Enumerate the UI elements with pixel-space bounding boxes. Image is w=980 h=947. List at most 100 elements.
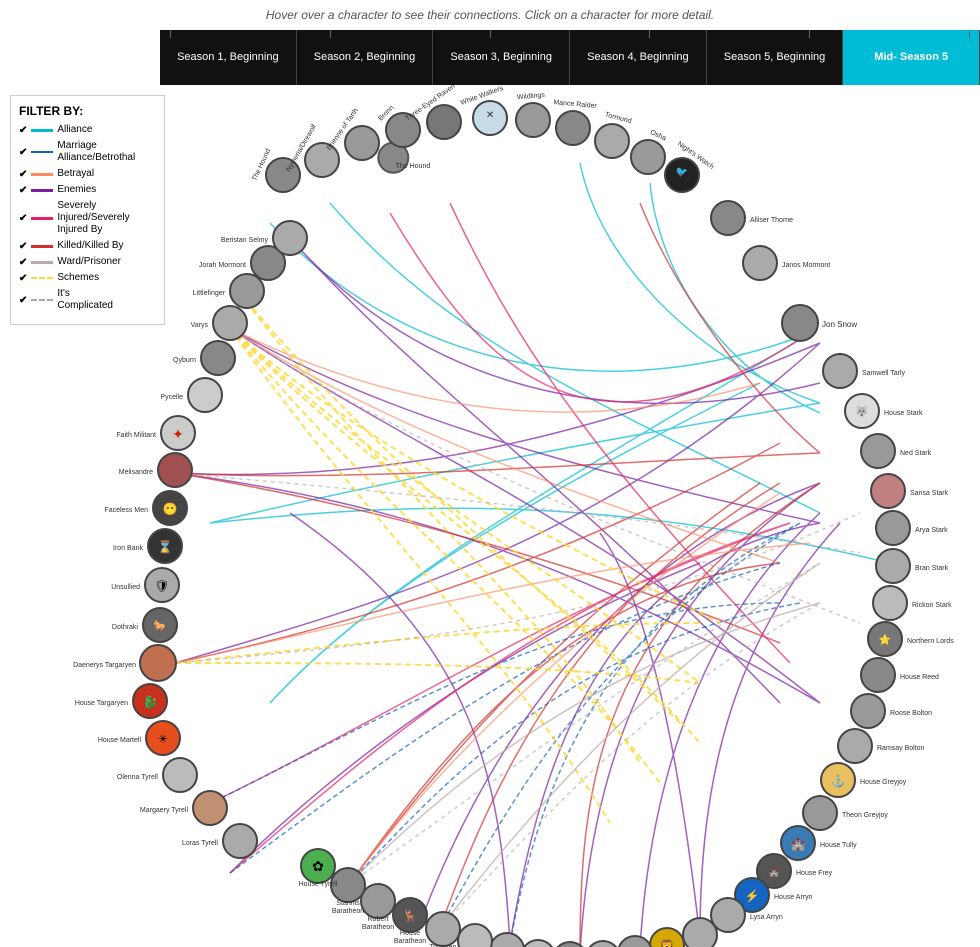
svg-text:✕: ✕ bbox=[486, 110, 494, 121]
node-sansa-stark: Sansa Stark bbox=[871, 474, 949, 508]
svg-text:Baratheon: Baratheon bbox=[394, 938, 426, 945]
svg-text:☀: ☀ bbox=[158, 732, 169, 746]
node-faith-militant: ✦ Faith Militant bbox=[116, 416, 195, 450]
node-nights-watch: 🐦 Night's Watch bbox=[665, 141, 715, 192]
svg-text:House Arryn: House Arryn bbox=[774, 894, 813, 901]
filter-enemies[interactable]: ✔ Enemies bbox=[19, 184, 156, 196]
svg-text:Varys: Varys bbox=[191, 322, 209, 329]
svg-text:Jorah Mormont: Jorah Mormont bbox=[199, 262, 246, 269]
filter-box: FILTER BY: ✔ Alliance ✔ MarriageAlliance… bbox=[10, 95, 165, 325]
node-jon-snow: Jon Snow bbox=[782, 305, 857, 341]
node-house-stark: 🐺 House Stark bbox=[845, 394, 923, 428]
node-littlefinger: Littlefinger bbox=[193, 274, 264, 308]
svg-text:House Stark: House Stark bbox=[884, 410, 923, 417]
node-ned-stark: Ned Stark bbox=[861, 434, 932, 468]
svg-text:House Martell: House Martell bbox=[98, 737, 142, 744]
node-lancel: Lancel Lannister bbox=[521, 940, 555, 947]
svg-text:Jon Snow: Jon Snow bbox=[822, 320, 857, 329]
svg-text:🦌: 🦌 bbox=[403, 909, 418, 923]
filter-schemes[interactable]: ✔ Schemes bbox=[19, 272, 156, 284]
svg-text:Robert: Robert bbox=[367, 916, 388, 923]
node-janos-mormont: Janos Mormont bbox=[743, 246, 830, 280]
filter-severely-injured[interactable]: ✔ SeverelyInjured/SeverelyInjured By bbox=[19, 200, 156, 236]
node-northern-lords: ⭐ Northern Lords bbox=[868, 622, 954, 656]
node-iron-bank: ⌛ Iron Bank bbox=[113, 529, 182, 563]
node-stannis: Stannis Baratheon bbox=[331, 868, 365, 915]
node-olenna-tyrell: Olenna Tyrell bbox=[117, 758, 197, 792]
svg-text:Wildlings: Wildlings bbox=[517, 92, 546, 101]
svg-text:Janos Mormont: Janos Mormont bbox=[782, 262, 830, 269]
node-alliser-thorne: Alliser Thorne bbox=[711, 201, 793, 235]
svg-text:Unsullied: Unsullied bbox=[111, 584, 140, 591]
svg-text:🏰: 🏰 bbox=[769, 868, 779, 877]
svg-text:Arya Stark: Arya Stark bbox=[915, 527, 948, 534]
svg-text:✿: ✿ bbox=[312, 858, 324, 874]
svg-text:Dothraki: Dothraki bbox=[112, 624, 139, 631]
svg-text:Iron Bank: Iron Bank bbox=[113, 545, 143, 552]
svg-text:Pycelle: Pycelle bbox=[160, 394, 183, 401]
node-house-lannister: 🦁 House Lannister bbox=[650, 928, 684, 947]
svg-text:Tormund: Tormund bbox=[604, 111, 632, 125]
node-house-reed: House Reed bbox=[861, 658, 939, 692]
svg-text:Baratheon: Baratheon bbox=[332, 908, 364, 915]
svg-text:Rickon Stark: Rickon Stark bbox=[912, 602, 952, 609]
svg-text:Beristan Selmy: Beristan Selmy bbox=[221, 237, 269, 244]
svg-text:🐎: 🐎 bbox=[153, 619, 168, 633]
node-tywin: Tywin Lannister bbox=[553, 942, 587, 947]
filter-betrayal[interactable]: ✔ Betrayal bbox=[19, 168, 156, 180]
node-pycelle: Pycelle bbox=[160, 378, 222, 412]
svg-text:House Greyjoy: House Greyjoy bbox=[860, 779, 907, 786]
svg-text:Ned Stark: Ned Stark bbox=[900, 450, 932, 457]
node-qyburn: Qyburn bbox=[173, 341, 235, 375]
svg-text:Theon Greyjoy: Theon Greyjoy bbox=[842, 812, 888, 819]
svg-text:Roose Bolton: Roose Bolton bbox=[890, 710, 932, 717]
node-theon-greyjoy: Theon Greyjoy bbox=[803, 796, 888, 830]
node-white-walkers: ✕ White Walkers bbox=[460, 85, 507, 135]
node-jaime: Jaime Lannister bbox=[586, 941, 620, 947]
svg-text:House Tully: House Tully bbox=[820, 842, 857, 849]
filter-title: FILTER BY: bbox=[19, 104, 156, 118]
node-house-greyjoy: ⚓ House Greyjoy bbox=[821, 763, 907, 797]
node-tyrion: Tyrion Lannister bbox=[618, 936, 652, 947]
svg-text:🐺: 🐺 bbox=[856, 405, 869, 418]
node-joffrey: Joffrey Baratheon bbox=[490, 933, 524, 947]
filter-killed[interactable]: ✔ Killed/Killed By bbox=[19, 240, 156, 252]
svg-text:Northern Lords: Northern Lords bbox=[907, 638, 954, 645]
node-tommen: Tommen Baratheon bbox=[426, 912, 460, 947]
svg-text:✦: ✦ bbox=[172, 426, 184, 442]
svg-text:Samwell Tarly: Samwell Tarly bbox=[862, 370, 906, 377]
svg-text:😶: 😶 bbox=[163, 502, 178, 516]
tooltip-bar: Hover over a character to see their conn… bbox=[0, 0, 980, 30]
node-house-tyrell: ✿ House Tyrell bbox=[299, 849, 338, 888]
svg-text:House: House bbox=[400, 930, 420, 937]
svg-text:Sansa Stark: Sansa Stark bbox=[910, 490, 949, 497]
filter-marriage[interactable]: ✔ MarriageAlliance/Betrothal bbox=[19, 140, 156, 164]
svg-text:Olenna Tyrell: Olenna Tyrell bbox=[117, 774, 159, 781]
svg-text:Qyburn: Qyburn bbox=[173, 357, 196, 364]
svg-text:House Reed: House Reed bbox=[900, 674, 939, 681]
svg-text:Faith Militant: Faith Militant bbox=[116, 432, 156, 439]
filter-alliance[interactable]: ✔ Alliance bbox=[19, 124, 156, 136]
node-margaery-tyrell: Margaery Tyrell bbox=[140, 791, 227, 825]
filter-ward-prisoner[interactable]: ✔ Ward/Prisoner bbox=[19, 256, 156, 268]
svg-text:House Targaryen: House Targaryen bbox=[75, 700, 128, 707]
node-mance-raider: Mance Raider bbox=[553, 99, 598, 145]
node-arya-stark: Arya Stark bbox=[876, 511, 948, 545]
svg-text:🦁: 🦁 bbox=[660, 939, 675, 947]
node-faceless-men: 😶 Faceless Men bbox=[104, 491, 187, 525]
svg-text:Littlefinger: Littlefinger bbox=[193, 290, 226, 297]
node-ramsay-bolton: Ramsay Bolton bbox=[838, 729, 925, 763]
node-myrcella: Myrcella Baratheon bbox=[458, 924, 492, 947]
svg-text:Loras Tyrell: Loras Tyrell bbox=[182, 840, 218, 847]
node-samwell-tarly: Samwell Tarly bbox=[823, 354, 906, 388]
svg-text:🛡: 🛡 bbox=[154, 579, 169, 593]
svg-text:🐉: 🐉 bbox=[143, 695, 158, 709]
node-bran-stark: Bran Stark bbox=[876, 549, 949, 583]
node-house-tully: 🏰 House Tully bbox=[781, 826, 857, 860]
filter-complicated[interactable]: ✔ It'sComplicated bbox=[19, 288, 156, 312]
svg-text:Melisandre: Melisandre bbox=[119, 469, 153, 476]
node-robert: Robert Baratheon bbox=[361, 884, 395, 931]
node-house-targaryen: 🐉 House Targaryen bbox=[75, 684, 167, 718]
svg-text:Faceless Men: Faceless Men bbox=[104, 507, 148, 514]
svg-text:Ramsay Bolton: Ramsay Bolton bbox=[877, 745, 925, 752]
